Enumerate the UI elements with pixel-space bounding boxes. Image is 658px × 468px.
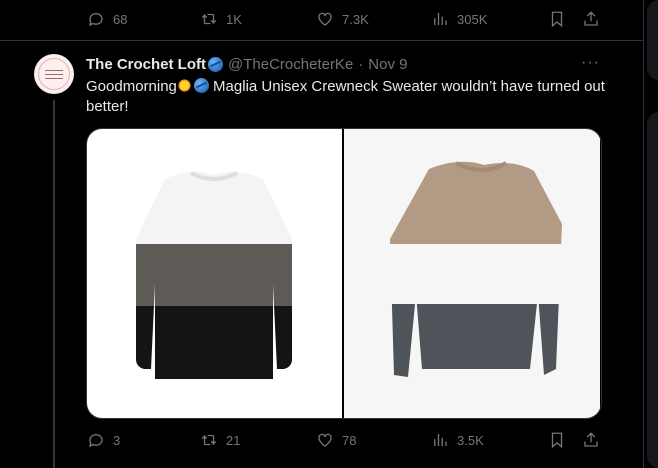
more-options-button[interactable]: ··· — [581, 54, 600, 72]
avatar-logo — [38, 58, 70, 90]
share-button[interactable] — [582, 428, 600, 452]
media-image-1[interactable] — [87, 129, 342, 418]
like-button[interactable]: 78 — [316, 428, 356, 452]
share-button[interactable] — [582, 7, 600, 31]
sweater-image-2 — [390, 161, 562, 377]
analytics-icon — [434, 434, 447, 446]
reply-count: 68 — [113, 11, 128, 27]
views-button[interactable]: 305K — [431, 7, 487, 31]
sun-emoji-icon — [176, 78, 192, 93]
repost-icon — [201, 13, 217, 25]
author-handle[interactable]: @TheCrocheterKe — [228, 56, 353, 73]
tweet-text: Goodmorning Maglia Unisex Crewneck Sweat… — [86, 77, 611, 117]
views-count: 3.5K — [457, 432, 484, 448]
share-icon — [584, 11, 598, 26]
tweet-date[interactable]: Nov 9 — [368, 56, 407, 73]
reply-button[interactable]: 68 — [87, 7, 127, 31]
tweet-action-bar: 3 21 78 3.5K — [80, 428, 600, 452]
bookmark-icon — [551, 432, 563, 449]
bookmark-icon — [551, 11, 563, 28]
column-divider — [643, 0, 644, 468]
bookmark-button[interactable] — [548, 428, 566, 452]
views-button[interactable]: 3.5K — [431, 428, 484, 452]
header-separator: · — [358, 56, 364, 73]
like-count: 7.3K — [342, 11, 369, 27]
repost-icon — [201, 434, 217, 446]
heart-icon — [318, 12, 332, 26]
yarn-ball-emoji-icon — [193, 78, 209, 93]
tweet-header: The Crochet Loft @TheCrocheterKe · Nov 9 — [86, 56, 407, 73]
repost-count: 21 — [226, 432, 241, 448]
share-icon — [584, 432, 598, 447]
sidebar-card — [647, 0, 658, 80]
right-sidebar — [647, 0, 658, 468]
sidebar-card — [647, 112, 658, 468]
prev-tweet-action-bar: 68 1K 7.3K 305K — [80, 7, 600, 31]
thread-line — [53, 100, 55, 468]
tweet-media — [86, 128, 602, 419]
reply-icon — [88, 13, 103, 27]
heart-icon — [318, 433, 332, 447]
analytics-icon — [434, 13, 447, 25]
repost-button[interactable]: 1K — [200, 7, 242, 31]
like-button[interactable]: 7.3K — [316, 7, 369, 31]
yarn-ball-icon — [208, 57, 223, 72]
repost-count: 1K — [226, 11, 242, 27]
author-name[interactable]: The Crochet Loft — [86, 56, 206, 73]
like-count: 78 — [342, 432, 357, 448]
views-count: 305K — [457, 11, 488, 27]
tweet-text-greeting: Goodmorning — [86, 78, 177, 95]
bookmark-button[interactable] — [548, 7, 566, 31]
avatar[interactable] — [34, 54, 74, 94]
reply-count: 3 — [113, 432, 121, 448]
sweater-image-1 — [136, 171, 292, 379]
tweet-divider — [0, 40, 643, 41]
repost-button[interactable]: 21 — [200, 428, 240, 452]
timeline: 68 1K 7.3K 305K The Crochet Loft @TheCro… — [0, 0, 643, 468]
reply-icon — [88, 434, 103, 448]
media-image-2[interactable] — [344, 129, 600, 418]
reply-button[interactable]: 3 — [87, 428, 120, 452]
